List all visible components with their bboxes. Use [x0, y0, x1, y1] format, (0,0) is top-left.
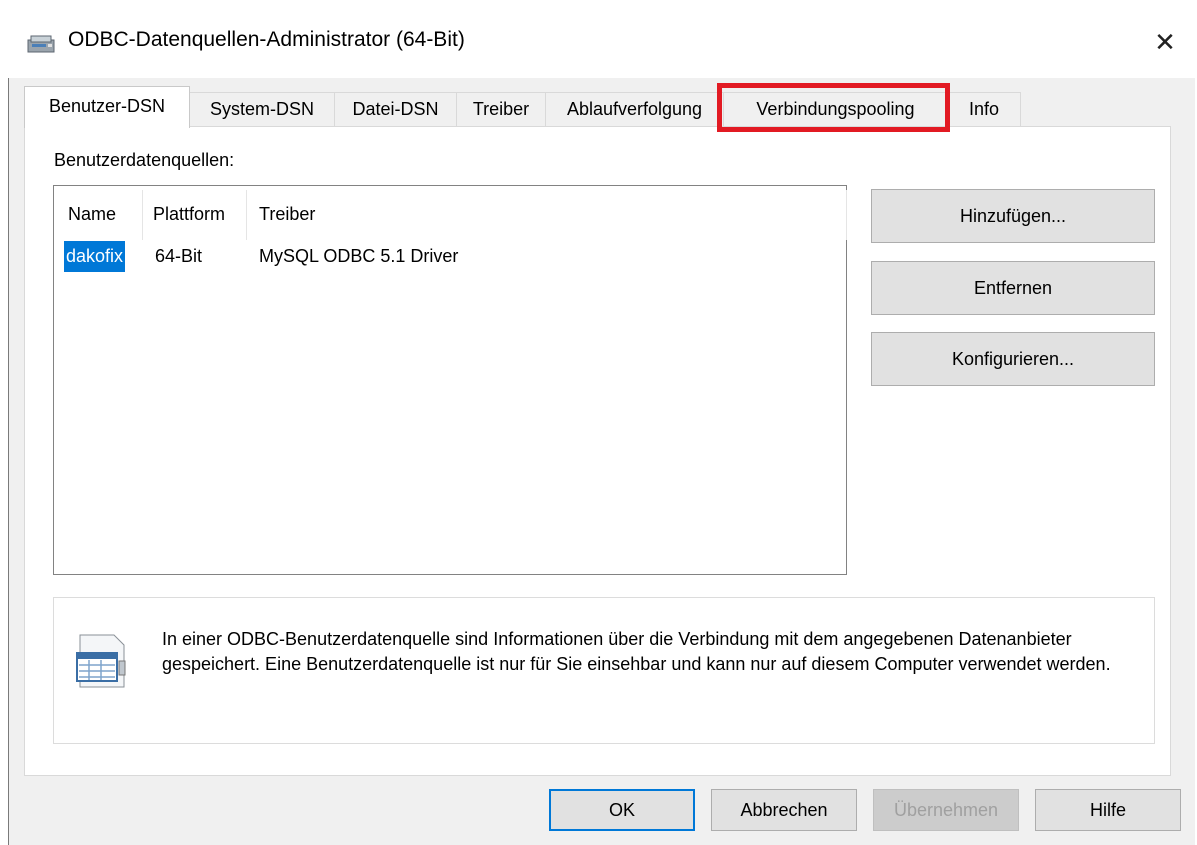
help-button[interactable]: Hilfe — [1035, 789, 1181, 831]
column-header-platform[interactable]: Plattform — [153, 204, 225, 225]
tab-datei-dsn[interactable]: Datei-DSN — [334, 92, 457, 126]
dsn-list[interactable] — [53, 185, 847, 575]
odbc-app-icon — [27, 35, 55, 53]
tab-ablaufverfolgung[interactable]: Ablaufverfolgung — [545, 92, 724, 126]
tab-verbindungspooling[interactable]: Verbindungspooling — [723, 92, 948, 126]
column-header-driver[interactable]: Treiber — [259, 204, 315, 225]
row-name-cell[interactable]: dakofix — [64, 241, 126, 272]
tab-benutzer-dsn[interactable]: Benutzer-DSN — [24, 86, 190, 128]
cancel-button[interactable]: Abbrechen — [711, 789, 857, 831]
tab-treiber[interactable]: Treiber — [456, 92, 546, 126]
datasource-icon — [76, 634, 126, 688]
ok-button[interactable]: OK — [549, 789, 695, 831]
row-driver-cell[interactable]: MySQL ODBC 5.1 Driver — [259, 246, 458, 267]
column-header-name[interactable]: Name — [68, 204, 116, 225]
tab-system-dsn[interactable]: System-DSN — [189, 92, 335, 126]
row-platform-cell[interactable]: 64-Bit — [155, 246, 202, 267]
info-text: In einer ODBC-Benutzerdatenquelle sind I… — [162, 629, 1111, 674]
window-title: ODBC-Datenquellen-Administrator (64-Bit) — [68, 28, 465, 51]
column-separator[interactable] — [246, 190, 247, 240]
tab-info[interactable]: Info — [947, 92, 1021, 126]
configure-button[interactable]: Konfigurieren... — [871, 332, 1155, 386]
remove-button[interactable]: Entfernen — [871, 261, 1155, 315]
column-separator[interactable] — [142, 190, 143, 240]
apply-button[interactable]: Übernehmen — [873, 789, 1019, 831]
add-button[interactable]: Hinzufügen... — [871, 189, 1155, 243]
column-separator — [846, 190, 847, 240]
close-icon[interactable]: ✕ — [1145, 22, 1185, 62]
section-label: Benutzerdatenquellen: — [54, 150, 235, 170]
